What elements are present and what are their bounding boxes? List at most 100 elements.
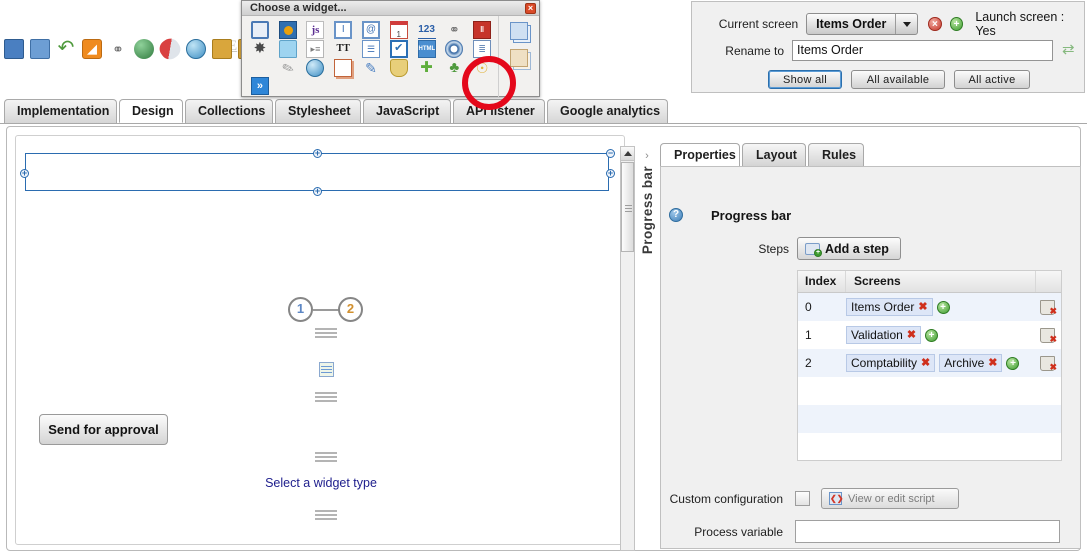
table-widget-placeholder-icon[interactable] — [319, 362, 334, 377]
number-widget-icon[interactable]: 123 — [417, 21, 436, 39]
table-widget-icon[interactable]: ≣ — [473, 39, 492, 58]
resize-handle-bottom[interactable]: + — [313, 187, 322, 196]
widget-cell[interactable] — [440, 39, 468, 58]
widget-cell[interactable]: ☰ — [357, 39, 385, 58]
remove-screen-icon[interactable]: × — [928, 17, 942, 31]
widget-cell[interactable] — [302, 58, 330, 77]
widget-cell[interactable]: ✎ — [357, 58, 385, 77]
send-for-approval-button[interactable]: Send for approval — [39, 414, 168, 445]
screen-chip[interactable]: Validation ✖ — [846, 326, 922, 344]
widget-cell[interactable] — [246, 20, 274, 39]
widget-cell[interactable]: @ — [357, 20, 385, 39]
widget-cell[interactable]: 1 — [385, 20, 413, 39]
remove-screen-chip-icon[interactable]: ✖ — [918, 301, 927, 313]
globe-icon[interactable] — [134, 39, 154, 59]
tab-stylesheet[interactable]: Stylesheet — [275, 99, 361, 123]
help-icon[interactable]: ? — [669, 208, 683, 222]
barcode-widget-icon[interactable]: ‖ — [473, 20, 492, 39]
tab-javascript[interactable]: JavaScript — [363, 99, 451, 123]
tab-properties[interactable]: Properties — [660, 143, 740, 166]
widget-cell[interactable]: js — [302, 20, 330, 39]
tab-layout[interactable]: Layout — [742, 143, 806, 166]
progress-bar-side-tab[interactable]: › Progress bar — [638, 150, 656, 320]
close-icon[interactable]: × — [525, 3, 536, 14]
screen-chip[interactable]: Archive ✖ — [939, 354, 1003, 372]
link-widget-icon[interactable]: ⚭ — [445, 21, 463, 39]
tabs-widget-icon[interactable] — [334, 58, 353, 77]
widget-cell[interactable]: ‖ — [468, 20, 496, 39]
add-screen-to-row-icon[interactable]: + — [925, 328, 939, 342]
add-screen-to-row-icon[interactable]: + — [1006, 356, 1020, 370]
widget-cell[interactable] — [274, 39, 302, 58]
delete-row-icon[interactable]: ✖ — [1040, 327, 1057, 344]
rss-icon[interactable]: ◢ — [82, 39, 102, 59]
tab-collections[interactable]: Collections — [185, 99, 273, 123]
widget-cell[interactable] — [385, 58, 413, 77]
plugin-widget-icon[interactable]: ✚ — [418, 59, 436, 77]
widget-cell[interactable] — [274, 20, 302, 39]
input-field-widget-icon[interactable]: I — [334, 20, 353, 39]
textbox-widget-icon[interactable] — [250, 20, 269, 39]
alarm-clock-icon[interactable] — [186, 39, 206, 59]
chevron-right-icon[interactable]: › — [645, 150, 649, 162]
tree-widget-icon[interactable]: ♣ — [445, 59, 463, 77]
scrollbar-thumb[interactable] — [621, 162, 634, 252]
scroll-up-icon[interactable] — [621, 147, 634, 161]
widget-cell[interactable]: ✔ — [385, 39, 413, 58]
form-widget-icon[interactable]: ☰ — [361, 39, 380, 58]
screen-chip[interactable]: Comptability ✖ — [846, 354, 936, 372]
chevron-down-icon[interactable] — [895, 14, 917, 34]
resize-handle-top[interactable]: + — [313, 149, 322, 158]
widget-cell[interactable] — [329, 58, 357, 77]
tab-implementation[interactable]: Implementation — [4, 99, 117, 123]
tab-design[interactable]: Design — [119, 99, 183, 123]
javascript-widget-icon[interactable]: js — [306, 20, 325, 39]
drop-target-handle[interactable] — [315, 392, 337, 402]
process-variable-input[interactable] — [795, 520, 1060, 543]
checkbox-widget-icon[interactable]: ✔ — [389, 39, 408, 58]
resize-handle-right[interactable]: + — [606, 169, 615, 178]
radio-widget-icon[interactable] — [445, 39, 464, 58]
add-screen-to-row-icon[interactable]: + — [936, 300, 950, 314]
date-picker-widget-icon[interactable]: 1 — [389, 20, 408, 39]
delete-row-icon[interactable]: ✖ — [1040, 355, 1057, 372]
widget-cell[interactable]: ▸≡ — [302, 39, 330, 58]
delete-row-icon[interactable]: ✖ — [1040, 299, 1057, 316]
all-active-button[interactable]: All active — [954, 70, 1030, 89]
widget-cell[interactable]: ≣ — [468, 39, 496, 58]
folder-widget-icon[interactable] — [278, 39, 297, 58]
show-all-button[interactable]: Show all — [768, 70, 842, 89]
widget-cell[interactable]: TT — [329, 39, 357, 58]
package-icon[interactable] — [212, 39, 232, 59]
remove-screen-chip-icon[interactable]: ✖ — [988, 357, 997, 369]
text-format-widget-icon[interactable]: TT — [334, 40, 352, 58]
security-shield-widget-icon[interactable] — [389, 58, 408, 77]
copy-icon[interactable] — [510, 22, 528, 40]
screen-chip[interactable]: Items Order ✖ — [846, 298, 933, 316]
drop-target-handle[interactable] — [315, 328, 337, 338]
paste-icon[interactable] — [510, 49, 528, 67]
table-row[interactable]: 2 Comptability ✖ Archive ✖ + ✖ — [798, 349, 1061, 377]
canvas-vertical-scrollbar[interactable] — [620, 146, 635, 551]
add-screen-icon[interactable]: + — [949, 17, 964, 31]
widget-cell[interactable]: ✎ — [274, 58, 302, 77]
list-widget-icon[interactable]: ▸≡ — [306, 39, 325, 58]
widget-cell[interactable]: I — [329, 20, 357, 39]
drop-target-handle[interactable] — [315, 510, 337, 520]
timer-widget-icon[interactable] — [306, 58, 325, 77]
widget-cell[interactable]: ⚭ — [440, 20, 468, 39]
current-screen-select[interactable]: Items Order — [806, 13, 919, 35]
save-icon[interactable] — [4, 39, 24, 59]
undo-icon[interactable]: ↶ — [56, 38, 76, 59]
design-canvas[interactable]: + + + + − 1 2 Send for approval Select a… — [15, 135, 625, 545]
select-a-widget-type-link[interactable]: Select a widget type — [16, 476, 624, 490]
table-row[interactable]: 1 Validation ✖ + ✖ — [798, 321, 1061, 349]
remove-widget-handle[interactable]: − — [606, 149, 615, 158]
widget-cell[interactable]: ✸ — [246, 39, 274, 58]
selected-widget-outline[interactable]: + + + + − — [20, 149, 615, 196]
copy-icon[interactable] — [30, 39, 50, 59]
link-icon[interactable]: ⚭ — [108, 39, 128, 59]
tab-google-analytics[interactable]: Google analytics — [547, 99, 668, 123]
widget-cell[interactable]: 123 — [413, 20, 441, 39]
resize-handle-left[interactable]: + — [20, 169, 29, 178]
